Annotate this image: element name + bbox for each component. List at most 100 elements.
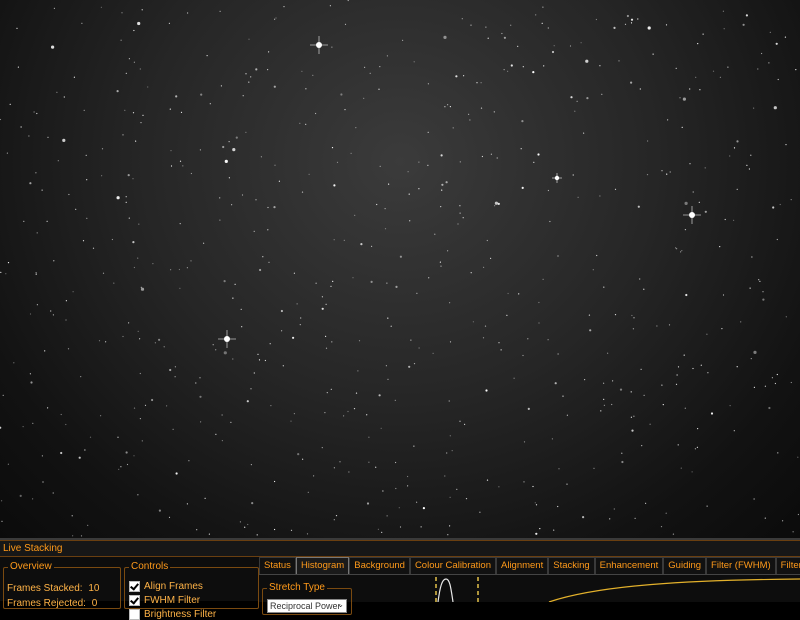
- star: [101, 148, 104, 150]
- star: [684, 407, 686, 409]
- tab-filter-brightness[interactable]: Filter (Brightness): [775, 557, 800, 574]
- star: [17, 66, 19, 68]
- tab-status[interactable]: Status: [259, 557, 296, 574]
- star: [692, 191, 694, 193]
- star: [315, 112, 317, 115]
- star: [72, 535, 74, 537]
- star: [523, 441, 526, 443]
- star: [472, 321, 474, 323]
- tab-background[interactable]: Background: [349, 557, 410, 574]
- star: [65, 319, 67, 321]
- star: [290, 529, 293, 531]
- star: [36, 112, 38, 115]
- star: [679, 97, 681, 99]
- star: [595, 18, 598, 21]
- star: [128, 217, 130, 219]
- star: [768, 62, 770, 64]
- star: [562, 395, 564, 397]
- star: [461, 18, 463, 20]
- tab-stacking[interactable]: Stacking: [548, 557, 595, 574]
- star: [245, 73, 247, 75]
- star: [420, 526, 422, 528]
- star: [522, 354, 524, 357]
- star: [445, 181, 448, 184]
- star: [118, 468, 120, 470]
- align-frames-check-icon[interactable]: [129, 581, 140, 592]
- brightness-filter-checkbox[interactable]: Brightness Filter: [129, 609, 216, 620]
- star: [729, 155, 731, 157]
- tab-histogram[interactable]: Histogram: [295, 557, 350, 574]
- star: [407, 171, 409, 173]
- star: [296, 303, 298, 305]
- star: [451, 450, 453, 452]
- star: [440, 206, 442, 208]
- star: [264, 359, 266, 362]
- star: [542, 278, 544, 280]
- star: [410, 339, 412, 341]
- star: [379, 66, 381, 68]
- star: [685, 293, 688, 297]
- star: [16, 27, 18, 29]
- star: [462, 217, 464, 219]
- star: [455, 75, 458, 78]
- star: [551, 438, 554, 440]
- star: [558, 468, 560, 470]
- star: [643, 288, 645, 290]
- star: [33, 111, 35, 113]
- star: [333, 239, 335, 241]
- star: [395, 461, 397, 464]
- star: [621, 452, 623, 454]
- star: [122, 335, 124, 338]
- tab-colour-calibration[interactable]: Colour Calibration: [409, 557, 496, 574]
- frames-rejected-row: Frames Rejected: 0: [7, 598, 97, 609]
- star: [382, 490, 384, 492]
- star: [416, 501, 418, 503]
- star: [722, 10, 725, 12]
- tab-filter-fwhm[interactable]: Filter (FWHM): [706, 557, 776, 574]
- tab-enhancement[interactable]: Enhancement: [594, 557, 664, 574]
- star: [706, 333, 708, 335]
- star: [580, 42, 582, 44]
- tab-guiding[interactable]: Guiding: [663, 557, 707, 574]
- tab-alignment[interactable]: Alignment: [495, 557, 549, 574]
- star: [523, 481, 525, 483]
- star: [363, 97, 365, 99]
- star: [208, 533, 210, 535]
- star: [669, 171, 671, 173]
- star: [680, 467, 682, 469]
- star: [749, 287, 751, 289]
- star: [87, 524, 89, 527]
- star: [630, 18, 634, 21]
- stacked-image-view[interactable]: [0, 0, 800, 538]
- star: [180, 111, 183, 113]
- star: [712, 70, 715, 72]
- star: [101, 175, 103, 177]
- star: [321, 307, 324, 310]
- star: [507, 292, 509, 295]
- star: [684, 229, 687, 231]
- star: [305, 88, 307, 90]
- star: [517, 45, 519, 48]
- star: [137, 21, 141, 26]
- star: [764, 517, 766, 519]
- brightness-filter-check-icon[interactable]: [129, 609, 140, 620]
- star: [2, 394, 4, 396]
- star: [577, 196, 579, 198]
- star: [206, 55, 208, 57]
- star: [269, 343, 271, 345]
- star: [683, 354, 685, 356]
- star: [29, 313, 32, 315]
- star: [503, 69, 505, 71]
- stretch-type-select[interactable]: Reciprocal Power ⌄: [267, 599, 347, 613]
- star: [244, 526, 246, 528]
- star: [660, 526, 663, 528]
- align-frames-checkbox[interactable]: Align Frames: [129, 581, 203, 592]
- star: [257, 353, 259, 355]
- histogram-display[interactable]: [429, 577, 800, 602]
- star: [324, 412, 326, 414]
- star: [413, 363, 416, 365]
- overview-group: Overview Frames Stacked: 10 Frames Rejec…: [3, 562, 121, 609]
- live-stacking-panel: Live Stacking Overview Frames Stacked: 1…: [0, 538, 800, 620]
- star: [250, 464, 252, 466]
- star: [782, 520, 784, 522]
